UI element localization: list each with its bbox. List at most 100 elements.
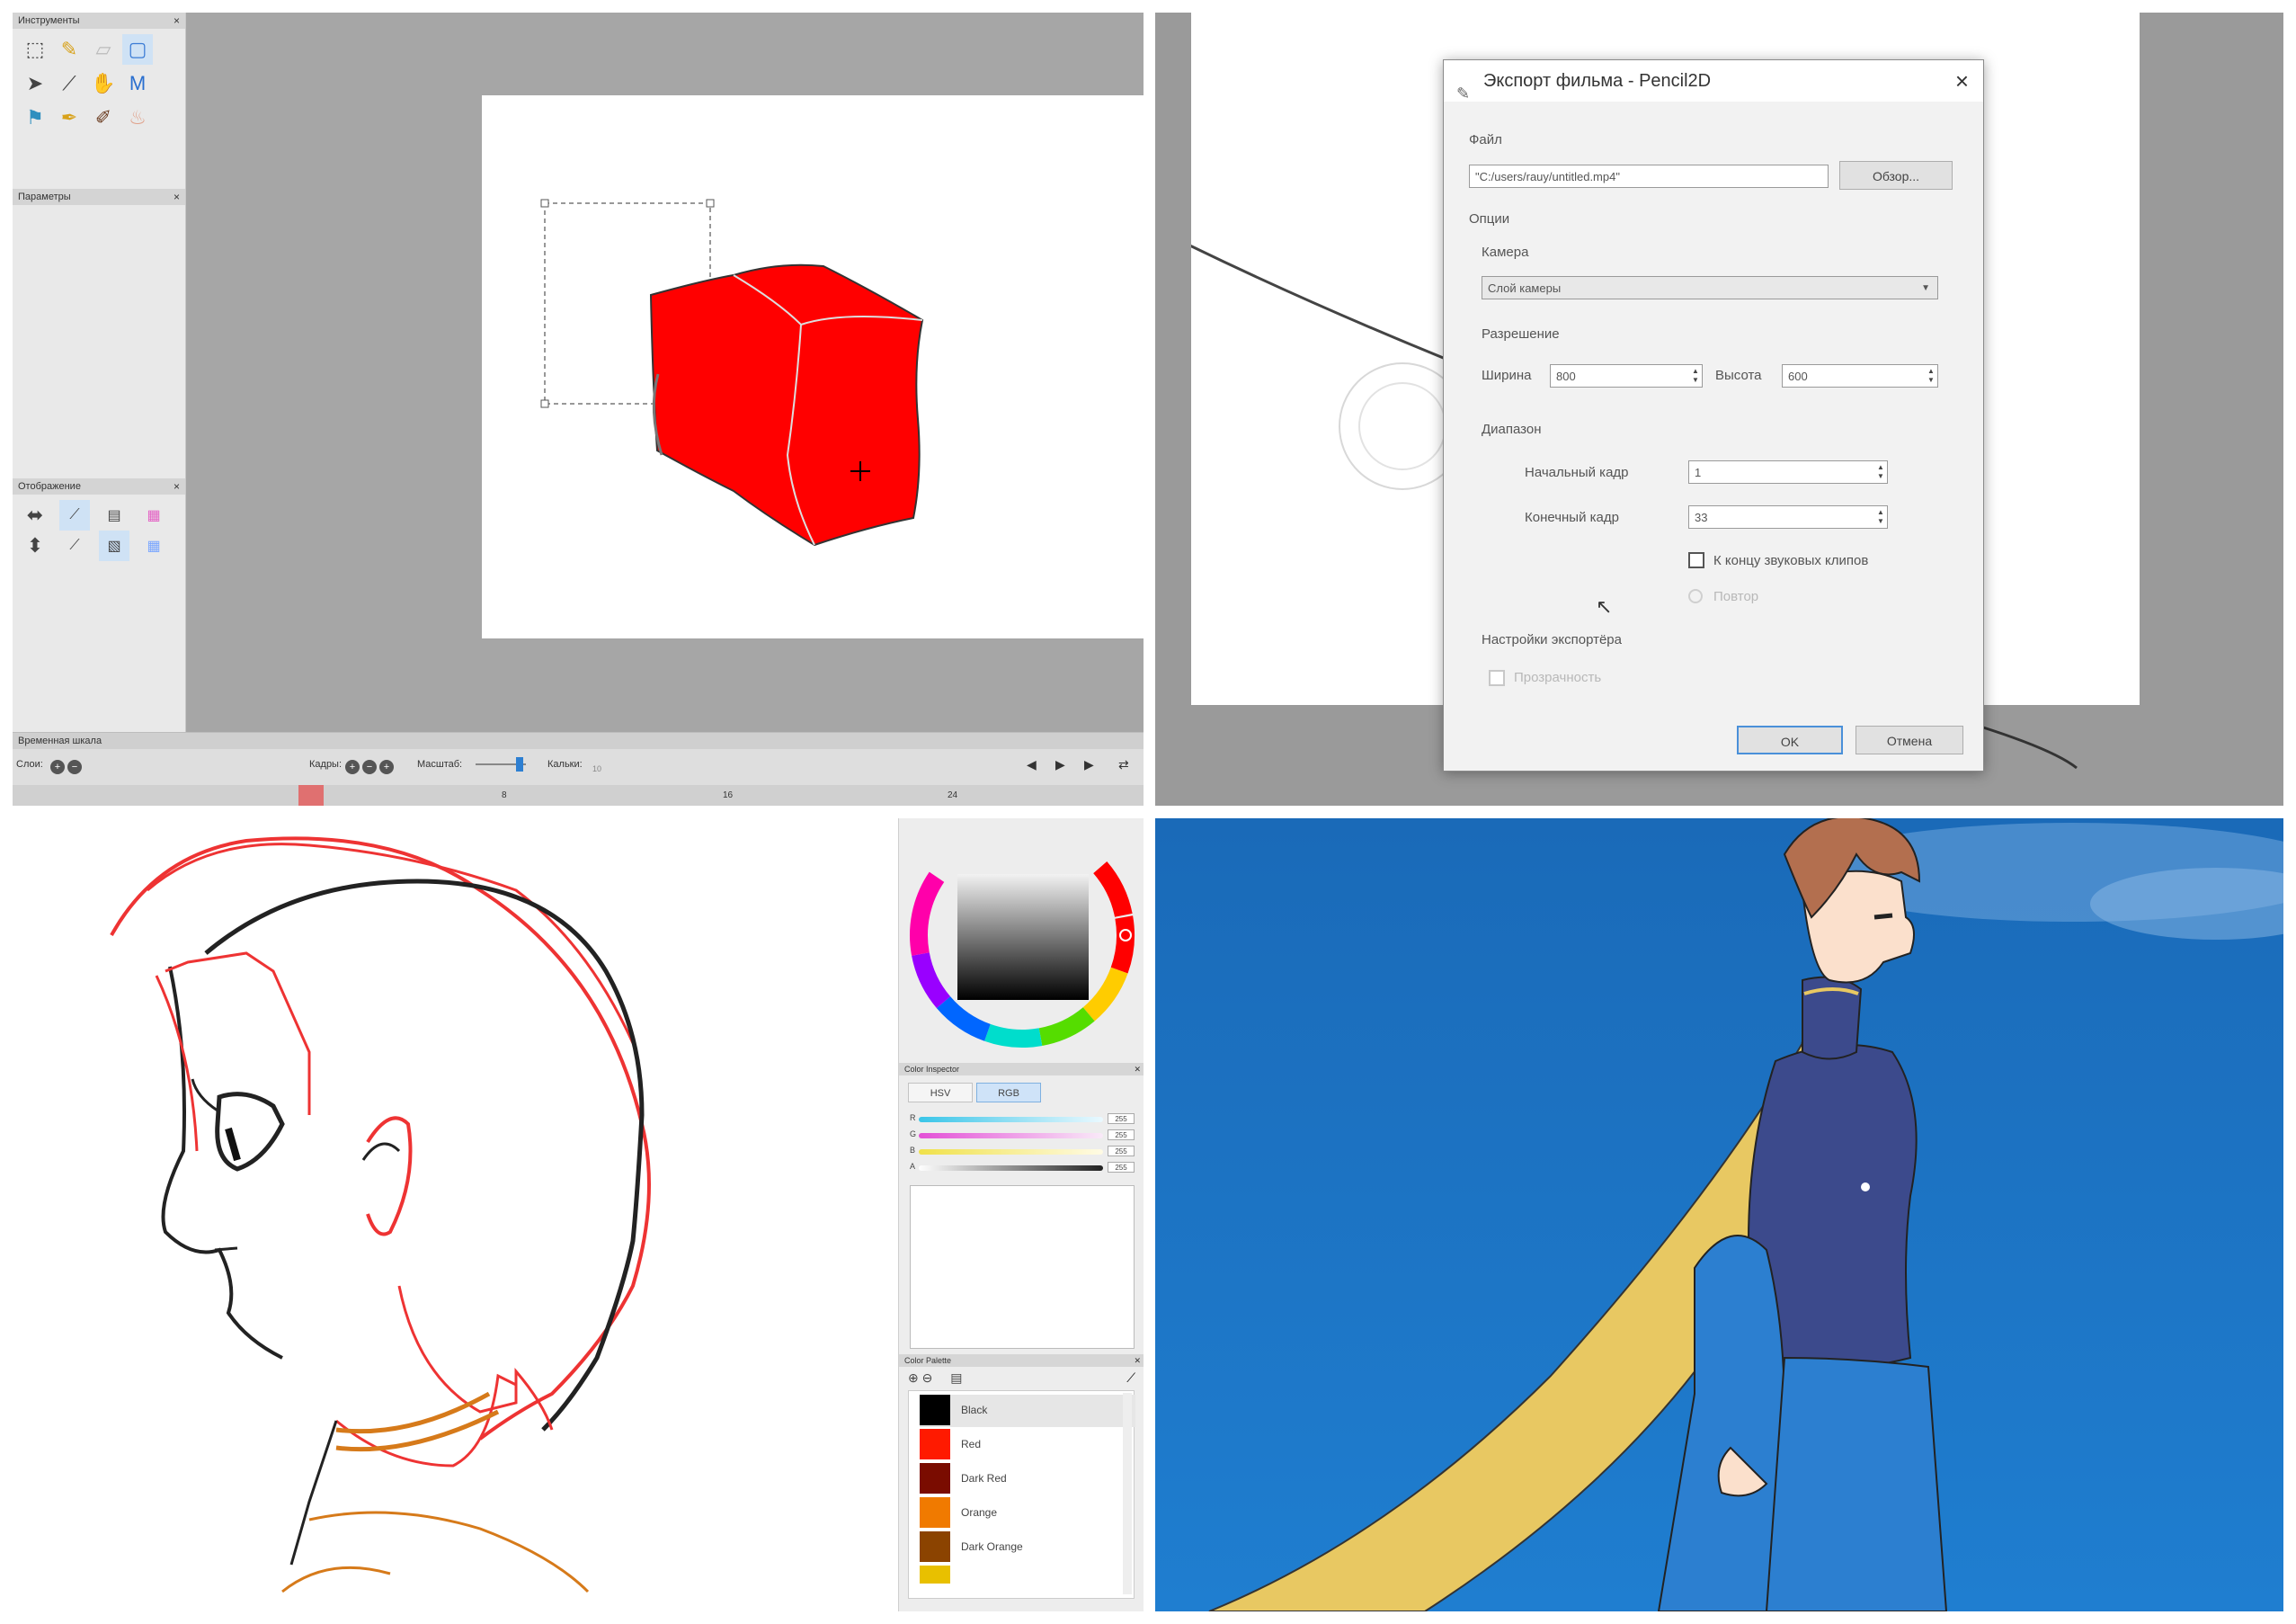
palette-swatch <box>920 1531 950 1562</box>
selection-handle[interactable] <box>540 199 549 208</box>
spinner-icon[interactable]: ▲ ▼ <box>1876 463 1885 481</box>
grid-icon[interactable]: ▦ <box>138 531 169 561</box>
browse-button[interactable]: Обзор... <box>1839 161 1953 190</box>
add-frame-button[interactable]: + <box>345 760 360 774</box>
palette-item[interactable]: Dark Red <box>920 1463 1135 1495</box>
prev-frame-icon[interactable]: ◀ <box>1027 754 1037 774</box>
alpha-slider[interactable]: A 255 <box>910 1162 1139 1174</box>
face-sketch <box>110 836 651 1593</box>
timeline: Временная шкала Слои: + − Кадры: + − + Масш… <box>13 732 1144 806</box>
drawing-canvas[interactable] <box>482 95 1144 638</box>
frame-ruler[interactable]: 8 16 24 <box>13 785 1144 806</box>
timeline-controls: Слои: + − Кадры: + − + Масштаб: Кальки: 10 … <box>13 754 1144 774</box>
close-icon[interactable]: × <box>174 189 180 205</box>
character-render-panel <box>1155 818 2283 1611</box>
pointer-icon[interactable]: ➤ <box>20 68 50 99</box>
loop-radio[interactable] <box>1688 589 1703 603</box>
slider-value[interactable]: 255 <box>1108 1113 1135 1124</box>
frames-label: Кадры: <box>309 759 343 770</box>
palette-item[interactable]: Red <box>920 1429 1135 1461</box>
current-frame-marker[interactable] <box>298 785 324 806</box>
eyedropper-icon[interactable]: ⟋ <box>54 68 85 99</box>
close-icon[interactable]: ✕ <box>1134 1063 1141 1075</box>
sound-clip-checkbox[interactable] <box>1688 552 1704 568</box>
duplicate-frame-button[interactable]: + <box>379 760 394 774</box>
blue-slider[interactable]: B 255 <box>910 1146 1139 1158</box>
close-icon[interactable]: × <box>174 478 180 495</box>
flip-horizontal-icon[interactable]: ⬌ <box>20 500 50 531</box>
tab-hsv[interactable]: HSV <box>908 1083 973 1102</box>
loop-icon[interactable]: ⇄ <box>1118 754 1129 774</box>
transparency-checkbox[interactable] <box>1489 670 1505 686</box>
slider-value[interactable]: 255 <box>1108 1129 1135 1140</box>
add-color-icon[interactable]: ⊕ <box>908 1370 919 1385</box>
onion-spin[interactable]: 10 <box>592 759 601 779</box>
selection-handle[interactable] <box>540 399 549 408</box>
onion-icon[interactable]: ▧ <box>99 531 129 561</box>
remove-layer-button[interactable]: − <box>67 760 82 774</box>
palette-scrollbar[interactable] <box>1123 1393 1132 1594</box>
add-layer-button[interactable]: + <box>50 760 65 774</box>
rect-select-icon[interactable]: ▢ <box>122 34 153 65</box>
slider-bar[interactable] <box>919 1133 1103 1138</box>
close-icon[interactable]: ✕ <box>1134 1354 1141 1367</box>
palette-item[interactable]: Black <box>920 1395 1135 1427</box>
thin-lines-icon[interactable]: ⟋ <box>59 500 90 531</box>
palette-item[interactable] <box>920 1566 1135 1598</box>
display-dock-title: Отображение × <box>13 478 185 495</box>
remove-frame-button[interactable]: − <box>362 760 377 774</box>
ink-icon[interactable]: ✐ <box>88 103 119 133</box>
slider-bar[interactable] <box>919 1165 1103 1171</box>
palette-toolbar: ⊕ ⊖ ▤ <box>908 1370 962 1386</box>
file-path-input[interactable]: "C:/users/rauy/untitled.mp4" <box>1469 165 1829 188</box>
tab-rgb[interactable]: RGB <box>976 1083 1041 1102</box>
select-icon[interactable]: ⬚ <box>20 34 50 65</box>
eraser-icon[interactable]: ▱ <box>88 34 119 65</box>
slider-value[interactable]: 255 <box>1108 1146 1135 1156</box>
color-mode-icon[interactable]: ▦ <box>138 500 169 531</box>
pencil-icon[interactable]: ⚑ <box>20 103 50 133</box>
end-frame-input[interactable]: 33 ▲ ▼ <box>1688 505 1888 529</box>
slider-letter: B <box>910 1146 916 1155</box>
remove-color-icon[interactable]: ⊖ <box>922 1370 933 1385</box>
dialog-title: Экспорт фильма - Pencil2D <box>1483 71 1712 91</box>
red-slider[interactable]: R 255 <box>910 1113 1139 1126</box>
color-wheel[interactable] <box>899 818 1144 1061</box>
eyedropper-icon[interactable]: ⟋ <box>1126 1370 1135 1386</box>
smudge-icon[interactable]: Μ <box>122 68 153 99</box>
slider-value[interactable]: 255 <box>1108 1162 1135 1173</box>
selection-handle[interactable] <box>706 199 715 208</box>
hand-icon[interactable]: ✋ <box>88 68 119 99</box>
scale-slider-handle[interactable] <box>516 757 523 772</box>
close-icon[interactable]: × <box>174 13 180 29</box>
play-icon[interactable]: ▶ <box>1055 754 1065 774</box>
spinner-icon[interactable]: ▲ ▼ <box>1691 367 1700 385</box>
spinner-icon[interactable]: ▲ ▼ <box>1876 508 1885 526</box>
cancel-button[interactable]: Отмена <box>1855 726 1963 754</box>
bucket-icon[interactable]: ♨ <box>122 103 153 133</box>
brush-icon[interactable]: ✎ <box>54 34 85 65</box>
slider-bar[interactable] <box>919 1117 1103 1122</box>
camera-label: Камера <box>1482 245 1529 260</box>
line-icon[interactable]: ⟋ <box>59 531 90 561</box>
height-value: 600 <box>1788 370 1808 383</box>
palette-item[interactable]: Dark Orange <box>920 1531 1135 1564</box>
width-input[interactable]: 800 ▲ ▼ <box>1550 364 1703 388</box>
next-frame-icon[interactable]: ▶ <box>1084 754 1094 774</box>
camera-select[interactable]: Слой камеры ▼ <box>1482 276 1938 299</box>
start-frame-input[interactable]: 1 ▲ ▼ <box>1688 460 1888 484</box>
palette-view-icon[interactable]: ▤ <box>950 1370 962 1385</box>
height-input[interactable]: 600 ▲ ▼ <box>1782 364 1938 388</box>
spinner-icon[interactable]: ▲ ▼ <box>1927 367 1936 385</box>
palette-title: Color Palette <box>904 1356 952 1365</box>
export-dialog-panel: ✎ Экспорт фильма - Pencil2D × Файл "C:/u… <box>1155 13 2283 806</box>
palette-item[interactable]: Orange <box>920 1497 1135 1530</box>
slider-bar[interactable] <box>919 1149 1103 1155</box>
flip-vertical-icon[interactable]: ⬍ <box>20 531 50 561</box>
green-slider[interactable]: G 255 <box>910 1129 1139 1142</box>
ok-button[interactable]: OK <box>1737 726 1843 754</box>
pen-icon[interactable]: ✒ <box>54 103 85 133</box>
palette-swatch <box>920 1497 950 1528</box>
outlines-icon[interactable]: ▤ <box>99 500 129 531</box>
close-icon[interactable]: × <box>1955 60 1969 102</box>
